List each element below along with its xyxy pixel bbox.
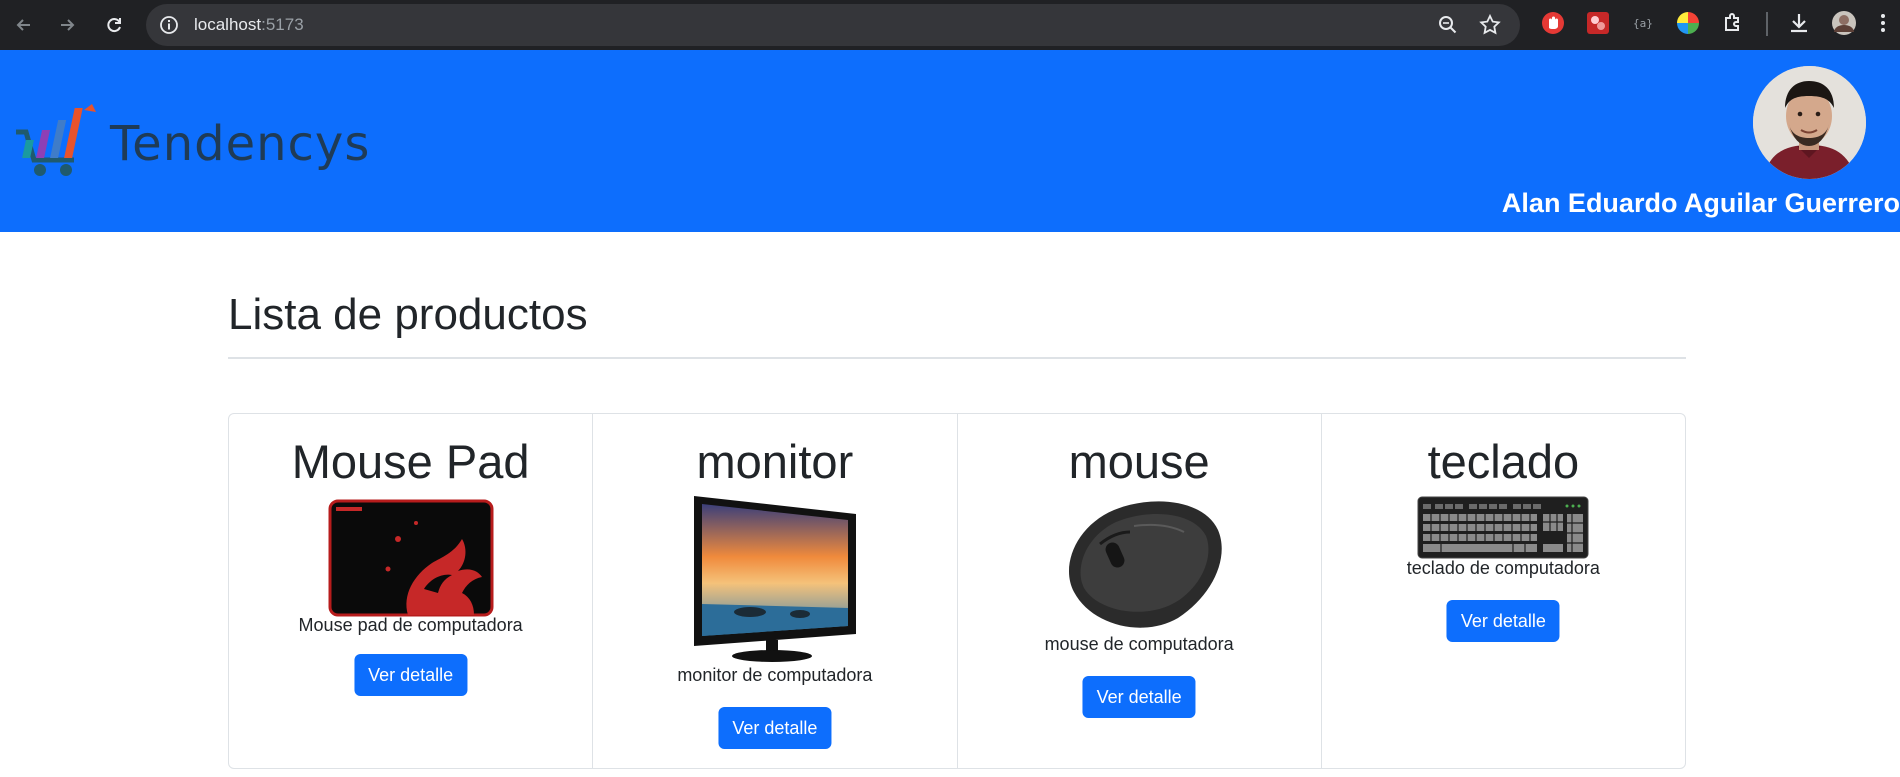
user-avatar[interactable]	[1753, 66, 1866, 179]
product-description: teclado de computadora	[1406, 558, 1600, 578]
colorpick-extension-icon[interactable]	[1585, 10, 1611, 36]
adblock-extension-icon[interactable]	[1540, 10, 1566, 36]
reload-button[interactable]	[97, 8, 131, 42]
brand-name: Tendencys	[110, 116, 371, 172]
back-arrow-icon	[16, 19, 30, 31]
forward-arrow-icon	[61, 19, 75, 31]
mouse-pad-image	[328, 499, 494, 617]
view-detail-button[interactable]: Ver detalle	[1446, 600, 1560, 642]
product-card-mouse-pad: Mouse Pad Mouse pad de computadora Ver d…	[229, 414, 594, 768]
profile-avatar-icon[interactable]	[1831, 10, 1857, 36]
toolbar-separator	[1766, 12, 1768, 36]
url-port: :5173	[261, 15, 304, 34]
view-detail-button[interactable]: Ver detalle	[1082, 676, 1196, 718]
shopping-cart-chart-icon	[16, 104, 96, 176]
address-bar[interactable]: localhost:5173	[146, 4, 1520, 46]
mouse-image	[1069, 501, 1222, 628]
product-card-group: Mouse Pad Mouse pad de computadora Ver d…	[228, 413, 1686, 769]
extensions-puzzle-icon[interactable]	[1720, 10, 1746, 36]
title-divider	[228, 357, 1686, 359]
back-button[interactable]	[7, 8, 41, 42]
page-title: Lista de productos	[228, 290, 588, 339]
product-card-monitor: monitor monitor de computadora Ver detal…	[593, 414, 958, 768]
user-name: Alan Eduardo Aguilar Guerrero	[1501, 188, 1900, 218]
user-profile[interactable]: Alan Eduardo Aguilar Guerrero	[1500, 66, 1900, 218]
keyboard-image	[1417, 496, 1589, 559]
zoom-icon[interactable]	[1436, 13, 1460, 37]
bookmark-star-icon[interactable]	[1478, 13, 1502, 37]
product-title: teclado	[1427, 435, 1580, 488]
product-title: Mouse Pad	[291, 435, 530, 488]
forward-button[interactable]	[50, 8, 84, 42]
json-extension-icon[interactable]: {a}	[1630, 10, 1656, 36]
product-title: mouse	[1068, 435, 1210, 488]
reload-icon	[107, 18, 121, 33]
view-detail-button[interactable]: Ver detalle	[718, 707, 832, 749]
product-title: monitor	[696, 435, 854, 488]
url-host: localhost	[194, 15, 262, 34]
product-card-mouse: mouse mouse de computadora Ver detalle	[958, 414, 1322, 768]
brand-logo[interactable]: Tendencys	[14, 102, 374, 182]
user-photo	[1753, 66, 1866, 179]
color-wheel-extension-icon[interactable]	[1675, 10, 1701, 36]
view-detail-button[interactable]: Ver detalle	[354, 654, 468, 696]
download-icon[interactable]	[1786, 10, 1812, 36]
product-description: monitor de computadora	[677, 665, 873, 685]
product-description: Mouse pad de computadora	[298, 615, 523, 635]
app-header: Tendencys Alan Eduardo Aguilar Guerrero	[0, 50, 1900, 232]
product-description: mouse de computadora	[1044, 634, 1234, 654]
svg-text:{a}: {a}	[1633, 17, 1653, 30]
browser-toolbar: localhost:5173 {a}	[0, 0, 1900, 50]
site-info-icon[interactable]	[158, 14, 180, 36]
browser-menu-icon[interactable]	[1870, 10, 1896, 36]
url-text[interactable]: localhost:5173	[194, 15, 304, 35]
monitor-image	[693, 496, 856, 662]
product-card-keyboard: teclado teclado de computadora Ver detal…	[1322, 414, 1685, 768]
